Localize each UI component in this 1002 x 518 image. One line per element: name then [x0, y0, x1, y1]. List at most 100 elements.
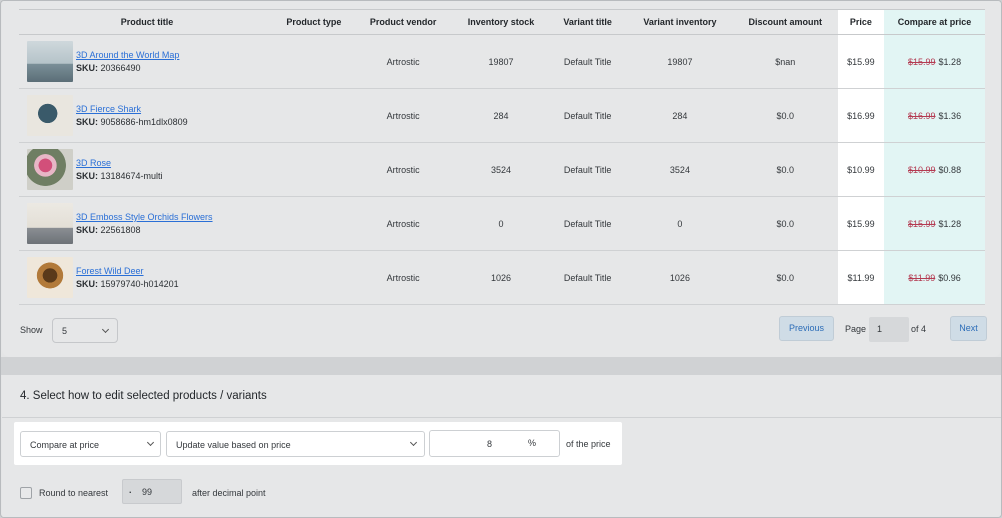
products-table: Product title Product type Product vendo…	[19, 9, 985, 305]
cell-price: $15.99	[837, 34, 885, 89]
table-row: 3D Fierce Shark SKU: 9058686-hm1dlx0809 …	[19, 88, 985, 143]
table-row: 3D Around the World Map SKU: 20366490 Ar…	[19, 34, 985, 89]
field-select[interactable]: Compare at price	[20, 431, 161, 457]
cell-compare-at-price: $16.99 $1.36	[884, 88, 985, 143]
round-to-nearest-checkbox[interactable]	[20, 487, 32, 499]
cell-compare-at-price: $10.99 $0.88	[884, 142, 985, 197]
world-map-thumbnail	[27, 41, 73, 82]
rose-thumbnail	[27, 149, 73, 190]
cell-variant-inventory: 0	[627, 196, 733, 251]
cell-inventory-stock: 19807	[453, 34, 549, 89]
section-4-title: 4. Select how to edit selected products …	[20, 390, 267, 402]
cell-inventory-stock: 3524	[453, 142, 549, 197]
product-sku: SKU: 22561808	[76, 225, 213, 235]
cell-discount: $nan	[732, 34, 838, 89]
header-price[interactable]: Price	[837, 9, 885, 35]
decimal-value: 99	[142, 487, 153, 497]
product-title-link[interactable]: 3D Emboss Style Orchids Flowers	[76, 212, 213, 222]
old-compare-price: $16.99	[908, 110, 936, 121]
product-title-link[interactable]: 3D Rose	[76, 158, 163, 168]
cell-discount: $0.0	[732, 250, 838, 305]
old-compare-price: $15.99	[908, 218, 936, 229]
method-select-value: Update value based on price	[176, 440, 291, 450]
cell-product: 3D Around the World Map SKU: 20366490	[19, 34, 276, 89]
header-variant-inventory[interactable]: Variant inventory	[627, 9, 733, 35]
cell-product: 3D Rose SKU: 13184674-multi	[19, 142, 276, 197]
cell-variant-inventory: 3524	[627, 142, 733, 197]
header-product-vendor[interactable]: Product vendor	[352, 9, 454, 35]
product-title-link[interactable]: 3D Around the World Map	[76, 50, 179, 60]
method-select[interactable]: Update value based on price	[166, 431, 425, 457]
new-compare-price: $0.88	[938, 164, 962, 175]
cell-variant-title: Default Title	[548, 196, 627, 251]
section-divider	[2, 417, 1001, 418]
cell-product-type	[275, 196, 353, 251]
of-the-price-label: of the price	[566, 439, 611, 449]
cell-product-type	[275, 142, 353, 197]
sku-value: 13184674-multi	[100, 171, 163, 181]
percent-unit: %	[528, 438, 537, 448]
new-compare-price: $1.28	[938, 56, 962, 67]
previous-button[interactable]: Previous	[779, 316, 834, 341]
cell-vendor: Artrostic	[352, 34, 454, 89]
round-to-nearest-label: Round to nearest	[39, 488, 109, 498]
sku-value: 15979740-h014201	[100, 279, 179, 289]
header-variant-title[interactable]: Variant title	[548, 9, 627, 35]
product-sku: SKU: 15979740-h014201	[76, 279, 179, 289]
cell-price: $11.99	[837, 250, 885, 305]
header-product-title[interactable]: Product title	[19, 9, 276, 35]
after-decimal-label: after decimal point	[192, 488, 266, 498]
orchid-thumbnail	[27, 203, 73, 244]
cell-inventory-stock: 0	[453, 196, 549, 251]
cell-variant-inventory: 1026	[627, 250, 733, 305]
cell-price: $15.99	[837, 196, 885, 251]
sku-label: SKU:	[76, 117, 98, 127]
sku-value: 20366490	[100, 63, 141, 73]
shark-thumbnail	[27, 95, 73, 136]
cell-discount: $0.0	[732, 196, 838, 251]
cell-price: $10.99	[837, 142, 885, 197]
old-compare-price: $10.99	[908, 164, 936, 175]
old-compare-price: $15.99	[908, 56, 936, 67]
cell-variant-title: Default Title	[548, 34, 627, 89]
cell-vendor: Artrostic	[352, 88, 454, 143]
cell-vendor: Artrostic	[352, 196, 454, 251]
rows-per-page-value: 5	[62, 326, 68, 336]
header-compare-at-price[interactable]: Compare at price	[884, 9, 985, 35]
new-compare-price: $0.96	[938, 272, 961, 283]
page-count-label: of 4	[911, 324, 927, 334]
decimal-input[interactable]: . 99	[122, 479, 182, 504]
header-product-type[interactable]: Product type	[275, 9, 353, 35]
cell-vendor: Artrostic	[352, 250, 454, 305]
cell-variant-title: Default Title	[548, 250, 627, 305]
page-number-input[interactable]: 1	[869, 317, 909, 342]
new-compare-price: $1.36	[938, 110, 962, 121]
chevron-down-icon	[146, 438, 155, 447]
cell-product-type	[275, 250, 353, 305]
amount-input[interactable]: 8 %	[429, 430, 560, 457]
cell-product-type	[275, 88, 353, 143]
cell-inventory-stock: 284	[453, 88, 549, 143]
product-sku: SKU: 9058686-hm1dlx0809	[76, 117, 188, 127]
chevron-down-icon	[101, 325, 110, 334]
deer-thumbnail	[27, 257, 73, 298]
table-header-row: Product title Product type Product vendo…	[19, 9, 985, 35]
header-inventory-stock[interactable]: Inventory stock	[453, 9, 549, 35]
header-discount-amount[interactable]: Discount amount	[732, 9, 838, 35]
product-title-link[interactable]: Forest Wild Deer	[76, 266, 179, 276]
cell-product: 3D Fierce Shark SKU: 9058686-hm1dlx0809	[19, 88, 276, 143]
sku-label: SKU:	[76, 171, 98, 181]
cell-product: 3D Emboss Style Orchids Flowers SKU: 225…	[19, 196, 276, 251]
cell-inventory-stock: 1026	[453, 250, 549, 305]
product-sku: SKU: 13184674-multi	[76, 171, 163, 181]
sku-label: SKU:	[76, 279, 98, 289]
cell-compare-at-price: $11.99 $0.96	[884, 250, 985, 305]
next-button[interactable]: Next	[950, 316, 987, 341]
rows-per-page-select[interactable]: 5	[52, 318, 118, 343]
amount-value: 8	[487, 439, 493, 449]
field-select-value: Compare at price	[30, 440, 100, 450]
product-title-link[interactable]: 3D Fierce Shark	[76, 104, 188, 114]
cell-variant-inventory: 19807	[627, 34, 733, 89]
table-row: 3D Rose SKU: 13184674-multi Artrostic 35…	[19, 142, 985, 197]
show-label: Show	[20, 325, 43, 335]
